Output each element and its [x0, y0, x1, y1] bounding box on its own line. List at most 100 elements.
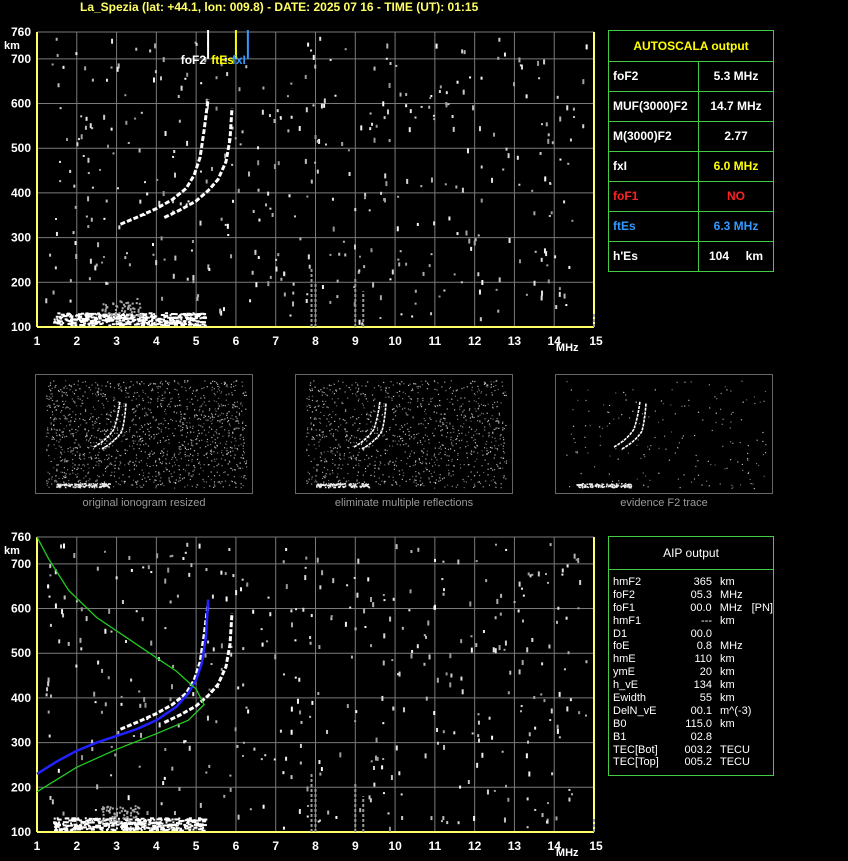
aip-cell: 003.2: [684, 743, 712, 756]
x-tick-label: 9: [352, 839, 359, 853]
aip-cell: h_vE: [613, 679, 639, 692]
aip-cell: ymE: [613, 666, 635, 679]
aip-cell: 02.8: [690, 730, 712, 743]
aip-cell: 00.1: [690, 704, 712, 717]
aip-cell: km: [720, 576, 735, 588]
x-tick-label: 11: [429, 334, 442, 348]
aip-row: hmF1 --- km: [613, 615, 773, 628]
marker-label-fxi: fxI: [232, 53, 246, 67]
autoscala-title: AUTOSCALA output: [609, 31, 773, 62]
aip-cell: 55: [699, 692, 712, 705]
y-tick-label: 400: [11, 691, 31, 705]
y-tick-label: 400: [11, 186, 31, 200]
autoscala-row-ftes: ftEs 6.3 MHz: [609, 212, 773, 242]
aip-cell: DelN_vE: [613, 704, 657, 717]
thumbnail-trace-x: [361, 402, 387, 450]
x-tick-label: 6: [233, 839, 240, 853]
x-unit-label: MHz: [556, 847, 579, 859]
thumbnail-f2-trace: [555, 374, 773, 494]
aip-cell: foE: [613, 640, 630, 653]
aip-cell: Ewidth: [613, 692, 647, 705]
x-tick-label: 13: [508, 839, 522, 853]
x-unit-label: MHz: [556, 342, 579, 354]
y-tick-label: 100: [11, 320, 31, 334]
grid: [36, 31, 595, 328]
marker-label-ftes: ftEs: [211, 53, 234, 67]
header-title: La_Spezia (lat: +44.1, lon: 009.8) - DAT…: [80, 0, 479, 14]
aip-cell: 0.8: [696, 640, 712, 653]
thumbnail-eliminate-caption: eliminate multiple reflections: [334, 497, 474, 509]
y-tick-label: 300: [11, 736, 31, 750]
aip-row: ymE 20 km: [613, 666, 773, 679]
x-tick-label: 2: [73, 334, 80, 348]
marker-label-fof2: foF2: [181, 53, 207, 67]
thumbnail-original-caption: original ionogram resized: [82, 497, 206, 509]
y-tick-label: 760: [11, 530, 31, 544]
aip-cell: km: [720, 679, 735, 692]
aip-cell: foF2: [613, 588, 636, 601]
e-region-echoes: [53, 773, 595, 832]
x-tick-label: 7: [272, 839, 279, 853]
x-tick-label: 1: [34, 334, 41, 348]
x-tick-label: 9: [352, 334, 359, 348]
autoscala-value: 5.3 MHz: [713, 69, 759, 83]
aip-cell: B1: [613, 730, 627, 743]
y-tick-label: 500: [11, 646, 31, 660]
aip-row: h_vE 134 km: [613, 679, 773, 692]
autoscala-value: 2.77: [724, 129, 748, 143]
trace-ordinary: [119, 603, 210, 731]
aip-row: foF1 00.0 MHz [PN]: [613, 602, 773, 615]
model-profile-curve: [36, 599, 210, 775]
y-unit-label: km: [4, 545, 20, 557]
aip-cell: 00.0: [690, 627, 712, 640]
y-tick-label: 200: [11, 275, 31, 289]
y-tick-label: 500: [11, 141, 31, 155]
aip-cell: TECU: [720, 756, 750, 769]
autoscala-key: foF1: [609, 182, 699, 211]
aip-cell: 05.3: [690, 588, 712, 601]
y-tick-label: 100: [11, 825, 31, 839]
x-tick-label: 12: [468, 839, 482, 853]
autoscala-key: M(3000)F2: [609, 122, 699, 151]
x-tick-label: 2: [73, 839, 80, 853]
aip-cell: 005.2: [684, 756, 712, 769]
ionogram-bottom-chart: 100200300400500600700760km1 2 3 4 5 6 7 8 9 10 11 1…: [4, 530, 603, 859]
x-tick-label: 10: [388, 839, 402, 853]
aip-cell: MHz: [720, 640, 743, 653]
thumbnail-speckle: [306, 380, 508, 489]
aip-cell: TEC[Top]: [613, 756, 659, 769]
x-tick-label: 13: [508, 334, 522, 348]
aip-cell: [720, 628, 752, 641]
thumbnail-speckle: [566, 380, 767, 490]
y-tick-label: 760: [11, 25, 31, 39]
aip-title: AIP output: [609, 537, 773, 570]
aip-cell: 00.0: [690, 601, 712, 614]
aip-row: Ewidth 55 km: [613, 692, 773, 705]
aip-cell: km: [720, 692, 735, 705]
trace-extraordinary: [163, 612, 234, 724]
autoscala-value: 6.0 MHz: [713, 159, 759, 173]
aip-row: hmF2 365 km: [613, 576, 773, 589]
aip-cell: 110: [694, 653, 712, 666]
aip-row: foF2 05.3 MHz: [613, 589, 773, 602]
autoscala-value: 14.7 MHz: [710, 99, 762, 113]
x-tick-label: 10: [388, 334, 402, 348]
x-tick-label: 3: [113, 839, 120, 853]
x-tick-label: 5: [193, 839, 200, 853]
autoscala-row-fxi: fxI 6.0 MHz: [609, 152, 773, 182]
y-tick-label: 600: [11, 97, 31, 111]
aip-cell: km: [720, 614, 735, 627]
y-tick-label: 300: [11, 231, 31, 245]
autoscala-key: fxI: [609, 152, 699, 181]
x-tick-label: 11: [429, 839, 442, 853]
aip-cell: hmE: [613, 653, 636, 666]
x-tick-label: 12: [468, 334, 482, 348]
autoscala-value: 6.3 MHz: [713, 219, 759, 233]
aip-cell: D1: [613, 627, 628, 640]
autoscala-row-hes: h'Es 104 km: [609, 242, 773, 271]
aip-cell: m^(-3): [720, 704, 752, 717]
x-tick-label: 6: [233, 334, 240, 348]
aip-row: B1 02.8: [613, 731, 773, 744]
e-region-echoes: [53, 268, 595, 327]
aip-cell: [PN]: [751, 601, 773, 614]
